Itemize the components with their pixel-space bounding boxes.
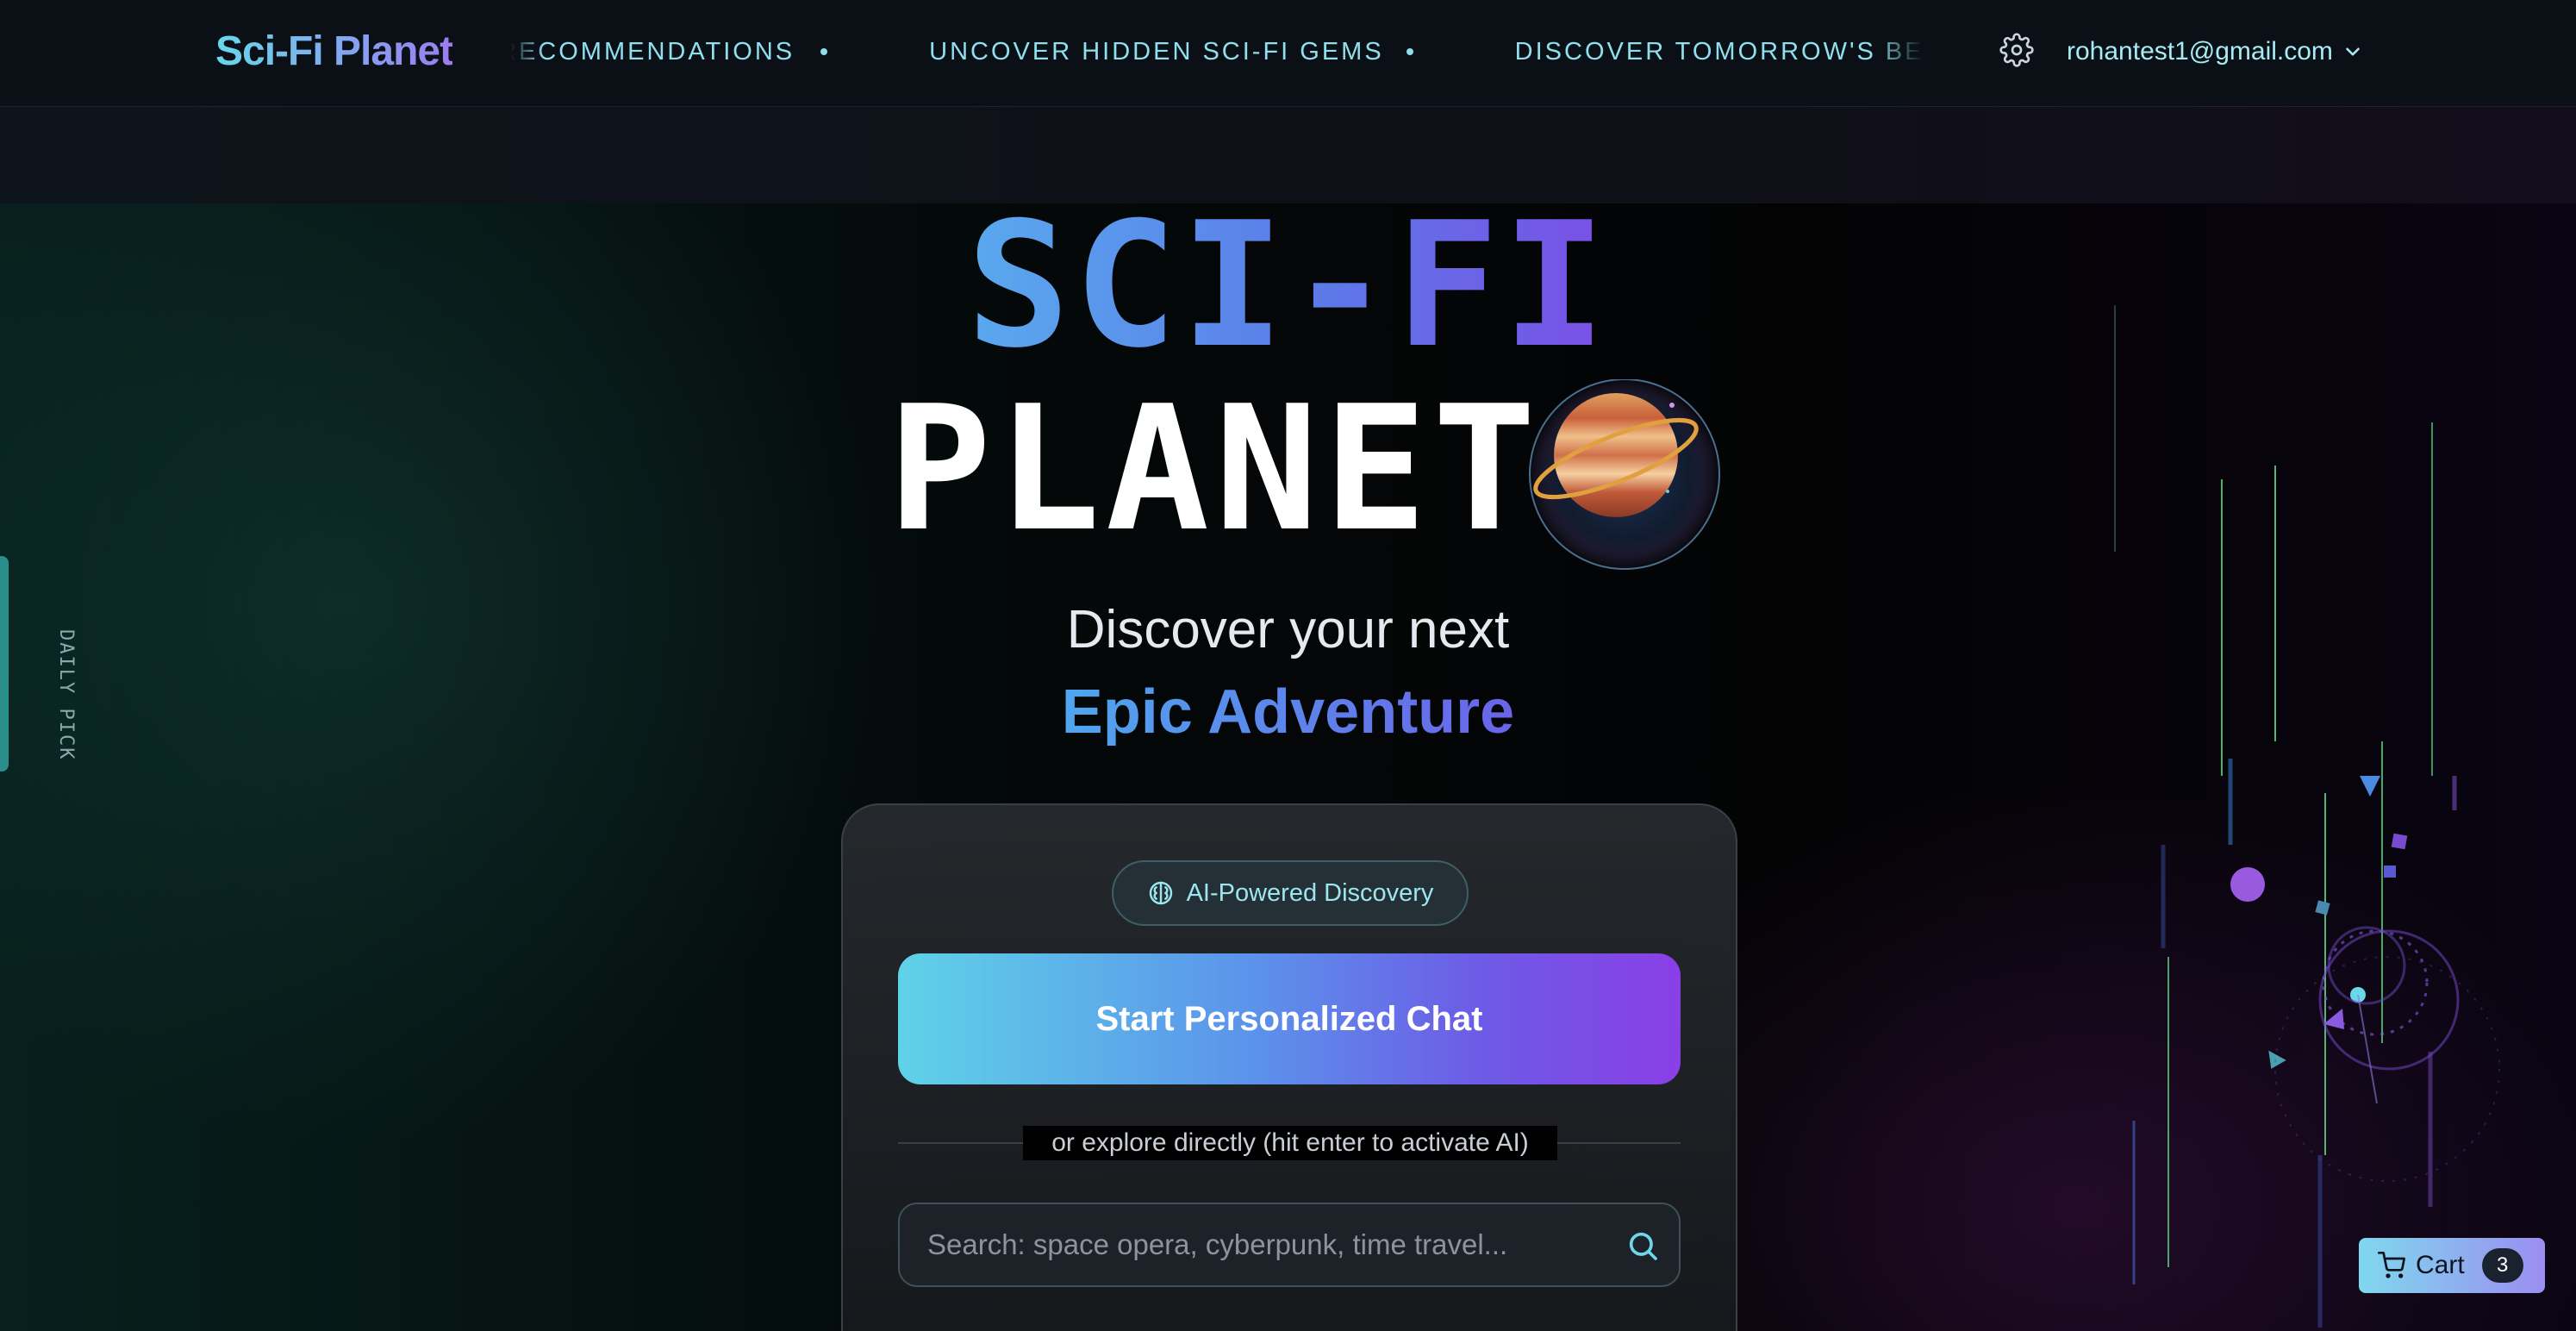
search-box — [898, 1203, 1681, 1287]
user-menu[interactable]: rohantest1@gmail.com — [2067, 26, 2364, 78]
ticker-separator — [820, 48, 828, 55]
planet-icon — [1528, 379, 1721, 571]
ai-discovery-badge: AI-Powered Discovery — [1112, 860, 1469, 926]
brain-icon — [1149, 881, 1172, 905]
top-navigation-bar: Sci-Fi Planet RECOMMENDATIONS UNCOVER HI… — [0, 0, 2576, 107]
brand-logo[interactable]: Sci-Fi Planet — [215, 26, 453, 78]
ai-discovery-label: AI-Powered Discovery — [1186, 878, 1434, 907]
chevron-down-icon — [2346, 47, 2360, 56]
ticker-item: RECOMMENDATIONS — [510, 37, 795, 66]
cart-button[interactable]: Cart 3 — [2359, 1238, 2545, 1293]
ticker-separator — [1406, 48, 1413, 55]
cart-icon — [2378, 1252, 2405, 1278]
divider-label: or explore directly (hit enter to activa… — [1023, 1126, 1557, 1160]
search-icon[interactable] — [1625, 1228, 1660, 1263]
ticker-item: DISCOVER TOMORROW'S BEST — [1514, 37, 1924, 66]
gear-icon[interactable] — [1999, 33, 2034, 67]
cart-count-badge: 3 — [2481, 1248, 2523, 1283]
cart-label: Cart — [2416, 1251, 2465, 1279]
search-input[interactable] — [927, 1204, 1600, 1285]
ticker-item: UNCOVER HIDDEN SCI-FI GEMS — [929, 37, 1384, 66]
user-email: rohantest1@gmail.com — [2067, 37, 2333, 66]
hero-title-line2: PLANET — [888, 369, 1542, 570]
start-chat-button[interactable]: Start Personalized Chat — [898, 953, 1681, 1084]
decorative-particles — [2114, 305, 2500, 1328]
hero-tagline-gradient: Epic Adventure — [1061, 678, 1515, 747]
marquee-ticker: RECOMMENDATIONS UNCOVER HIDDEN SCI-FI GE… — [510, 26, 1924, 78]
hero-title-gradient: SCI-FI — [966, 185, 1610, 386]
